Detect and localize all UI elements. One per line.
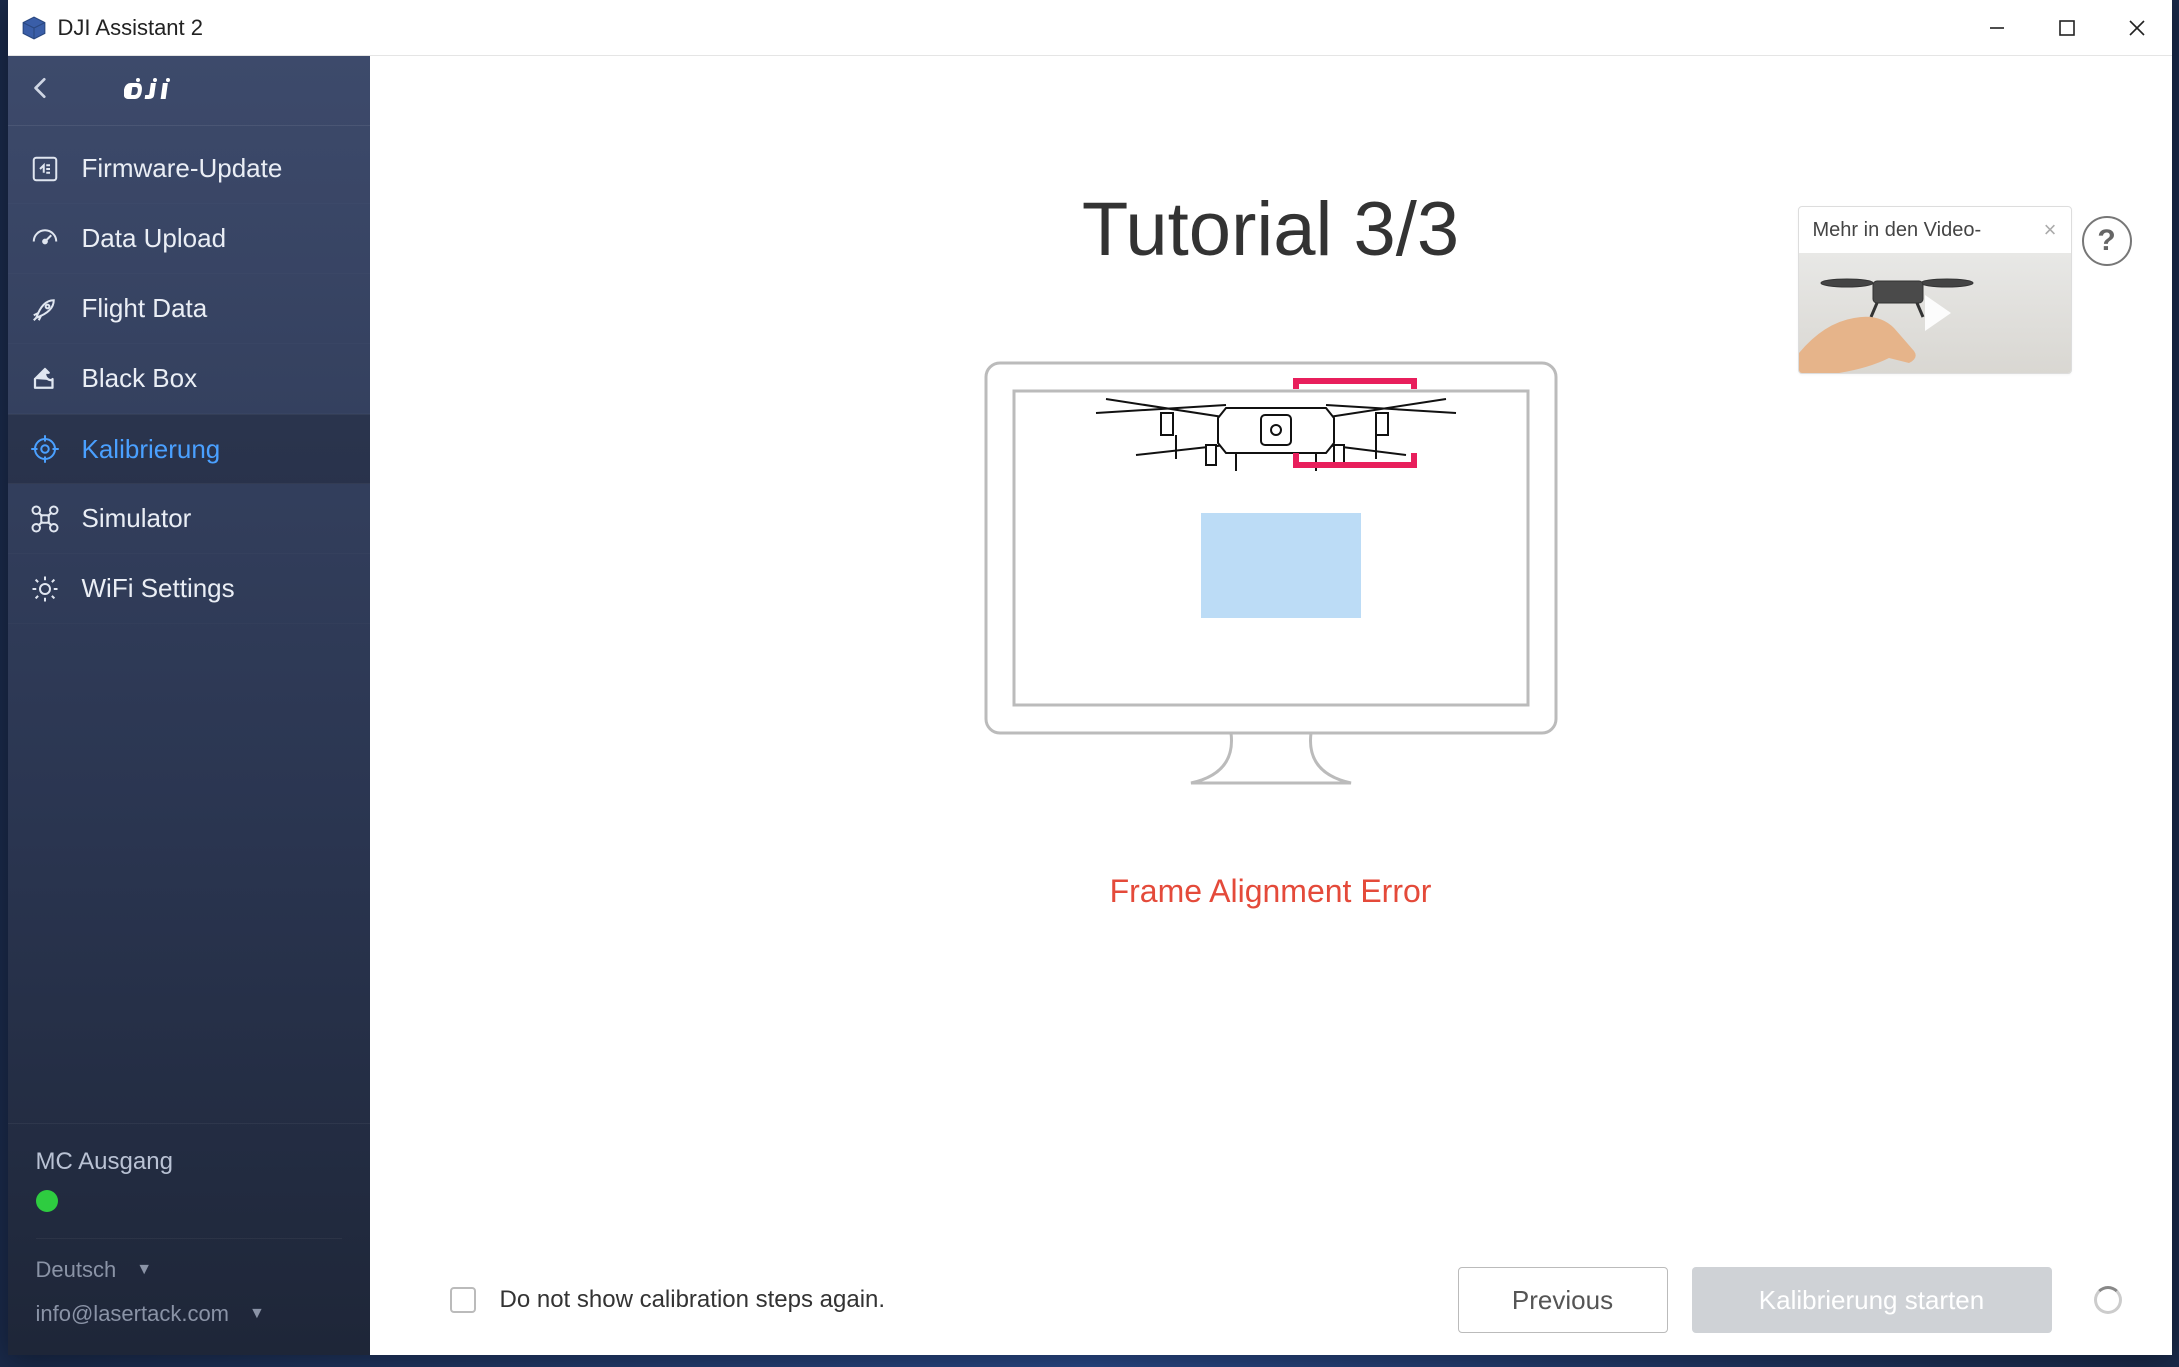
help-tip-label: Mehr in den Video- [1813, 219, 1982, 242]
calibration-illustration [976, 353, 1566, 803]
chevron-down-icon: ▼ [136, 1261, 152, 1279]
account-selector[interactable]: info@lasertack.com ▼ [36, 1301, 342, 1327]
language-selector[interactable]: Deutsch ▼ [36, 1257, 342, 1283]
previous-button-label: Previous [1512, 1285, 1613, 1316]
start-calibration-button[interactable]: Kalibrierung starten [1692, 1267, 2052, 1333]
sidebar-header [8, 56, 370, 126]
status-ok-icon [36, 1190, 58, 1212]
sidebar-item-label: WiFi Settings [82, 573, 235, 604]
chevron-down-icon: ▼ [249, 1305, 265, 1323]
start-button-label: Kalibrierung starten [1759, 1285, 1984, 1316]
sidebar-footer: MC Ausgang Deutsch ▼ info@lasertack.com … [8, 1123, 370, 1355]
previous-button[interactable]: Previous [1458, 1267, 1668, 1333]
rocket-icon [28, 292, 62, 326]
close-icon[interactable]: × [2044, 217, 2057, 243]
footer-bar: Do not show calibration steps again. Pre… [370, 1245, 2172, 1355]
sidebar-item-label: Simulator [82, 503, 192, 534]
sidebar-item-label: Black Box [82, 363, 198, 394]
loading-spinner-icon [2094, 1286, 2122, 1314]
gauge-icon [28, 222, 62, 256]
sidebar-item-label: Kalibrierung [82, 434, 221, 465]
mc-status: MC Ausgang [36, 1148, 342, 1239]
mc-status-label: MC Ausgang [36, 1148, 342, 1176]
firmware-icon [28, 152, 62, 186]
help-video-card[interactable]: Mehr in den Video- × [1798, 206, 2072, 374]
sidebar-item-data-upload[interactable]: Data Upload [8, 204, 370, 274]
share-icon [28, 362, 62, 396]
video-thumbnail[interactable] [1799, 253, 2071, 373]
hand-icon [1799, 303, 1939, 373]
maximize-button[interactable] [2032, 0, 2102, 55]
close-button[interactable] [2102, 0, 2172, 55]
sidebar-item-label: Flight Data [82, 293, 208, 324]
dji-logo [124, 75, 190, 107]
main-area: Tutorial 3/3 [370, 56, 2172, 1355]
gear-icon [28, 572, 62, 606]
tutorial-title: Tutorial 3/3 [1082, 186, 1459, 273]
sidebar-item-black-box[interactable]: Black Box [8, 344, 370, 414]
dont-show-again-label: Do not show calibration steps again. [500, 1286, 886, 1314]
app-icon [20, 14, 48, 42]
sidebar-item-calibration[interactable]: Kalibrierung [8, 414, 370, 484]
language-label: Deutsch [36, 1257, 117, 1283]
titlebar: DJI Assistant 2 [8, 0, 2172, 56]
sidebar-item-simulator[interactable]: Simulator [8, 484, 370, 554]
nav-list: Firmware-Update Data Upload Flight Data [8, 126, 370, 624]
back-button[interactable] [28, 75, 54, 106]
sidebar: Firmware-Update Data Upload Flight Data [8, 56, 370, 1355]
drone-icon [28, 502, 62, 536]
account-email: info@lasertack.com [36, 1301, 230, 1327]
sidebar-item-label: Firmware-Update [82, 153, 283, 184]
sidebar-item-label: Data Upload [82, 223, 227, 254]
sidebar-item-firmware-update[interactable]: Firmware-Update [8, 134, 370, 204]
dont-show-again-checkbox[interactable] [450, 1287, 476, 1313]
sidebar-item-wifi-settings[interactable]: WiFi Settings [8, 554, 370, 624]
app-window: DJI Assistant 2 [8, 0, 2172, 1355]
error-message: Frame Alignment Error [1110, 873, 1432, 910]
help-button[interactable]: ? [2082, 216, 2132, 266]
target-icon [28, 432, 62, 466]
sidebar-item-flight-data[interactable]: Flight Data [8, 274, 370, 344]
window-title: DJI Assistant 2 [58, 15, 204, 41]
minimize-button[interactable] [1962, 0, 2032, 55]
